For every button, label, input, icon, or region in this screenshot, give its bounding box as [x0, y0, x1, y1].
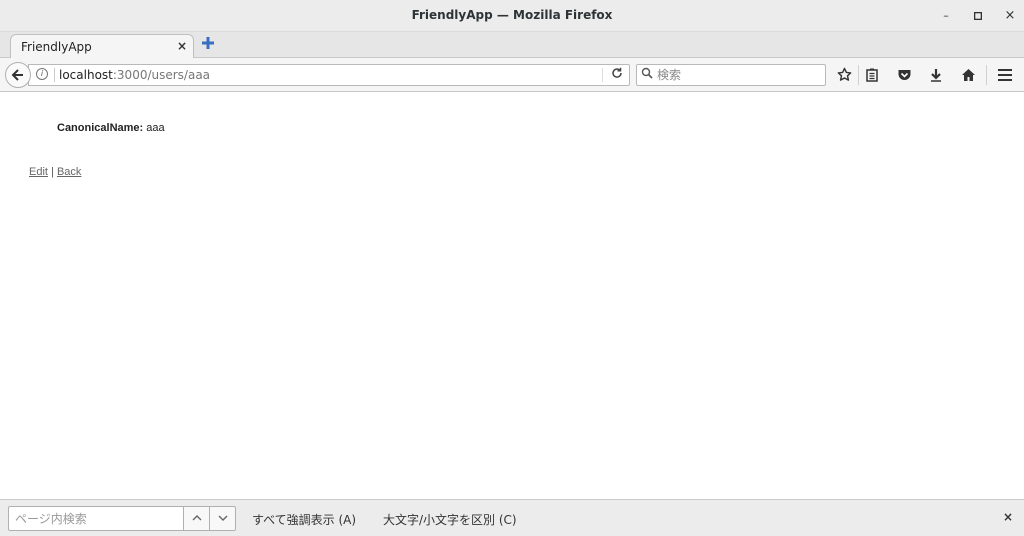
- arrow-left-icon: [11, 69, 23, 81]
- close-findbar-icon[interactable]: ×: [1003, 510, 1013, 524]
- link-separator: |: [51, 166, 54, 178]
- search-input[interactable]: [657, 67, 822, 83]
- field-value: aaa: [146, 122, 165, 134]
- page-content: CanonicalName: aaa Edit | Back: [0, 92, 1024, 499]
- find-input-wrapper[interactable]: [8, 506, 184, 531]
- plus-icon: [202, 37, 214, 49]
- tab-close-icon[interactable]: ×: [177, 39, 187, 53]
- find-previous-button[interactable]: [183, 506, 210, 531]
- back-button[interactable]: [5, 62, 31, 88]
- find-next-button[interactable]: [209, 506, 236, 531]
- toolbar-separator: [858, 65, 859, 85]
- close-window-button[interactable]: ×: [1002, 8, 1018, 24]
- url-text[interactable]: localhost:3000/users/aaa: [59, 68, 210, 82]
- find-bar: すべて強調表示 (A) 大文字/小文字を区別 (C) ×: [0, 499, 1024, 536]
- tab-strip: FriendlyApp ×: [0, 32, 1024, 59]
- chevron-up-icon: [192, 515, 201, 521]
- home-icon[interactable]: [958, 66, 978, 84]
- url-host: localhost: [59, 68, 113, 82]
- edit-link[interactable]: Edit: [29, 166, 48, 178]
- minimize-button[interactable]: –: [938, 8, 954, 24]
- toolbar-separator: [986, 65, 987, 85]
- tab-friendlyapp[interactable]: FriendlyApp ×: [10, 34, 194, 59]
- reload-icon[interactable]: [609, 67, 625, 83]
- url-bar[interactable]: i localhost:3000/users/aaa: [28, 64, 630, 86]
- nav-bar: i localhost:3000/users/aaa: [0, 58, 1024, 92]
- bookmark-star-icon[interactable]: [834, 66, 854, 84]
- new-tab-button[interactable]: [200, 36, 216, 52]
- download-icon[interactable]: [926, 66, 946, 84]
- window-title: FriendlyApp — Mozilla Firefox: [411, 8, 613, 22]
- reload-separator: [602, 68, 603, 82]
- maximize-button[interactable]: [970, 8, 986, 24]
- field-label: CanonicalName:: [57, 122, 144, 134]
- match-case-option[interactable]: 大文字/小文字を区別 (C): [383, 511, 517, 528]
- window-titlebar: FriendlyApp — Mozilla Firefox – ×: [0, 0, 1024, 32]
- pocket-icon[interactable]: [894, 66, 914, 84]
- info-icon[interactable]: i: [36, 68, 48, 80]
- maximize-icon: [973, 11, 983, 21]
- url-path: :3000/users/aaa: [112, 68, 211, 82]
- highlight-all-option[interactable]: すべて強調表示 (A): [252, 511, 356, 528]
- search-bar[interactable]: [636, 64, 826, 86]
- tab-label: FriendlyApp: [21, 40, 92, 54]
- menu-hamburger-icon[interactable]: [995, 66, 1015, 84]
- canonical-name-field: CanonicalName: aaa: [57, 122, 165, 134]
- chevron-down-icon: [218, 515, 227, 521]
- back-link[interactable]: Back: [57, 166, 81, 178]
- find-input[interactable]: [15, 511, 180, 527]
- bookmarks-menu-icon[interactable]: [862, 66, 882, 84]
- action-links: Edit | Back: [29, 166, 81, 178]
- search-icon: [641, 67, 653, 82]
- url-separator: [54, 68, 55, 82]
